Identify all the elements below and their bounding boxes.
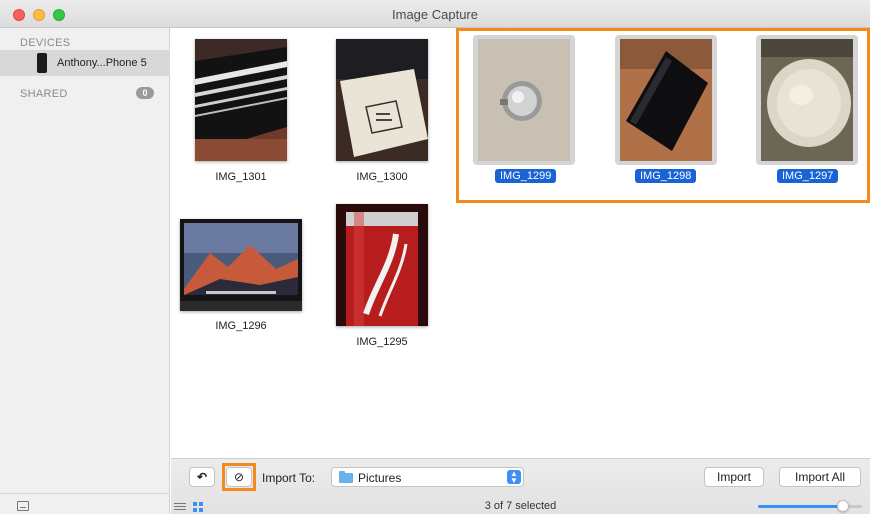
import-all-button[interactable]: Import All	[779, 467, 861, 487]
photo-thumbnail-1301[interactable]	[195, 39, 287, 161]
photo-caption-1296[interactable]: IMG_1296	[180, 320, 302, 332]
photo-caption-1295[interactable]: IMG_1295	[336, 336, 428, 348]
photo-caption-1301[interactable]: IMG_1301	[195, 171, 287, 183]
bottom-toolbar: ↶ ⊘ Import To: Pictures ▲ ▼ Import Import…	[171, 458, 870, 514]
sidebar-item-device[interactable]: Anthony...Phone 5	[0, 50, 170, 76]
iphone-icon	[37, 53, 47, 73]
photo-1300-image	[336, 39, 428, 161]
photo-1296-image	[180, 219, 302, 311]
sidebar-toggle-icon[interactable]	[17, 501, 29, 511]
title-bar: Image Capture	[0, 0, 870, 28]
import-destination-value: Pictures	[358, 471, 402, 485]
rotate-button[interactable]: ↶	[189, 467, 215, 487]
selection-highlight-box	[456, 28, 870, 203]
photo-thumbnail-1300[interactable]	[336, 39, 428, 161]
thumbnail-size-slider[interactable]	[758, 500, 862, 512]
photo-caption-1300[interactable]: IMG_1300	[336, 171, 428, 183]
shared-heading: SHARED	[20, 88, 68, 100]
photo-thumbnail-1295[interactable]	[336, 204, 428, 326]
sidebar: DEVICES Anthony...Phone 5 SHARED 0	[0, 28, 170, 514]
import-button[interactable]: Import	[704, 467, 764, 487]
device-label: Anthony...Phone 5	[57, 57, 147, 69]
import-to-label: Import To:	[262, 471, 316, 485]
shared-count-badge: 0	[136, 87, 154, 99]
window-title: Image Capture	[392, 7, 478, 22]
devices-heading: DEVICES	[20, 37, 71, 49]
folder-icon	[339, 471, 353, 483]
chevron-updown-icon: ▲ ▼	[507, 470, 521, 485]
photo-1295-image	[336, 204, 428, 326]
photo-1301-image	[195, 39, 287, 161]
photo-thumbnail-1296[interactable]	[180, 219, 302, 311]
slider-fill	[758, 505, 844, 508]
import-destination-select[interactable]: Pictures ▲ ▼	[331, 467, 524, 487]
photo-grid: IMG_1301 IMG_1300 IMG_1299 IMG_1298 IMG_…	[171, 28, 870, 458]
delete-button-highlight	[222, 463, 256, 491]
sidebar-divider	[0, 493, 170, 494]
